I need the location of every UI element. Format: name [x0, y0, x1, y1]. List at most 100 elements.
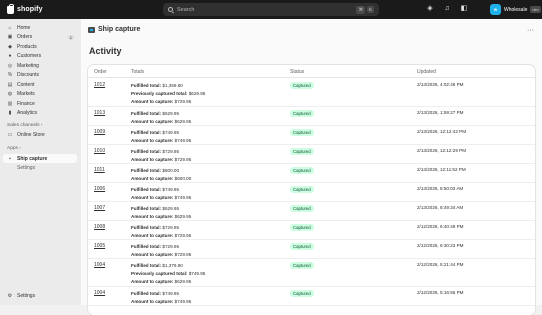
- totals-label: Fulfilled total:: [131, 206, 162, 211]
- order-link[interactable]: 1013: [94, 110, 105, 116]
- totals-amount: $629.95: [174, 214, 192, 220]
- notifications-bell-icon[interactable]: ♫: [443, 5, 451, 13]
- totals-amount: $729.95: [162, 149, 180, 154]
- shopify-logo[interactable]: shopify: [7, 3, 43, 14]
- order-link[interactable]: 1012: [94, 82, 105, 88]
- totals-line: Previously captured total: $629.95: [131, 90, 205, 98]
- store-name: Wholesale: [504, 6, 528, 13]
- products-icon: ◆: [8, 43, 12, 50]
- sidebar-item-products[interactable]: ◆ Products: [3, 42, 77, 51]
- sidebar-item-marketing[interactable]: ◎ Marketing: [3, 61, 77, 70]
- totals-label: Amount to capture:: [131, 99, 174, 105]
- order-link[interactable]: 1009: [94, 129, 105, 135]
- store-switcher[interactable]: W Wholesale dev: [490, 4, 541, 15]
- sidebar-item-customers[interactable]: ● Customers: [3, 52, 77, 61]
- totals-line: Fulfilled total: $729.95: [131, 243, 191, 251]
- sidebar-item-label: Products: [17, 43, 37, 50]
- totals-amount: $729.95: [162, 225, 180, 230]
- updated-timestamp: 2/13/2026, 12:11:52 PM: [417, 167, 466, 172]
- sidebar-item-markets[interactable]: ◍ Markets: [3, 90, 77, 99]
- updated-timestamp: 2/12/2026, 5:16:55 PM: [417, 290, 464, 295]
- status-badge: Captured: [290, 224, 314, 231]
- more-actions-icon[interactable]: ···: [527, 27, 534, 34]
- status-badge: Captured: [290, 290, 314, 297]
- assistant-icon[interactable]: ◈: [426, 5, 434, 13]
- totals-amount: $749.95: [162, 130, 180, 135]
- sidebar-item-label: Content: [17, 81, 35, 88]
- table-row: 1010 Fulfilled total: $729.95 Amount to ca…: [88, 145, 535, 164]
- totals-label: Fulfilled total:: [131, 225, 162, 230]
- column-header-updated: Updated: [417, 69, 436, 75]
- orders-count-badge: 1: [67, 34, 74, 40]
- sidebar-item-ship-capture[interactable]: ▪ Ship capture: [3, 154, 77, 163]
- totals-label: Amount to capture:: [131, 195, 174, 201]
- totals-cell: Fulfilled total: $749.95 Amount to captur…: [131, 129, 191, 145]
- sidebar-item-label: Settings: [17, 292, 36, 299]
- ship-capture-app-icon: [88, 26, 95, 33]
- totals-amount: $749.95: [162, 291, 180, 296]
- sidebar-item-label: Home: [17, 24, 31, 31]
- sidebar-item-discounts[interactable]: % Discounts: [3, 71, 77, 80]
- sidebar-item-label: Markets: [17, 91, 35, 97]
- order-link[interactable]: 1006: [94, 186, 105, 192]
- totals-cell: Fulfilled total: $729.95 Amount to captur…: [131, 224, 191, 240]
- status-badge: Captured: [290, 82, 314, 89]
- order-link[interactable]: 1008: [94, 224, 105, 230]
- totals-amount: $629.95: [162, 111, 180, 116]
- totals-label: Fulfilled total:: [131, 168, 162, 173]
- sidebar-item-online-store[interactable]: ▭ Online Store: [3, 131, 77, 140]
- sidebar-item-orders[interactable]: ▣ Orders 1: [3, 33, 77, 42]
- totals-line: Amount to capture: $749.95: [131, 298, 191, 306]
- order-link[interactable]: 1004: [94, 290, 105, 296]
- sidebar-item-home[interactable]: ⌂ Home: [3, 23, 77, 32]
- shopify-bag-icon: [7, 3, 14, 14]
- sidebar-item-settings[interactable]: ⚙ Settings: [3, 291, 77, 300]
- apps-label[interactable]: Apps ›: [7, 146, 21, 151]
- totals-label: Amount to capture:: [131, 299, 174, 305]
- totals-amount: $1,379.90: [162, 263, 183, 268]
- totals-amount: $749.95: [188, 271, 206, 277]
- totals-line: Amount to capture: $729.95: [131, 98, 205, 106]
- column-header-status: Status: [290, 69, 305, 75]
- sales-channels-label[interactable]: Sales channels ›: [7, 123, 42, 128]
- totals-line: Fulfilled total: $729.95: [131, 148, 191, 156]
- totals-label: Amount to capture:: [131, 176, 174, 182]
- totals-cell: Fulfilled total: $629.95 Amount to captur…: [131, 110, 191, 126]
- brand-name: shopify: [17, 6, 43, 13]
- table-row: 1013 Fulfilled total: $629.95 Amount to ca…: [88, 107, 535, 126]
- discounts-icon: %: [7, 72, 13, 78]
- totals-label: Fulfilled total:: [131, 83, 162, 88]
- totals-amount: $749.95: [174, 195, 192, 201]
- app-header: Ship capture: [88, 26, 140, 33]
- order-link[interactable]: 1007: [94, 205, 105, 211]
- totals-label: Previously captured total:: [131, 91, 188, 97]
- sidebar-item-label: Analytics: [17, 110, 38, 116]
- sidebar-item-content[interactable]: ▤ Content: [3, 80, 77, 89]
- totals-cell: Fulfilled total: $729.95 Amount to captur…: [131, 243, 191, 259]
- main-content: Ship capture ··· Activity Order Totals S…: [81, 19, 542, 315]
- table-row: 1005 Fulfilled total: $729.95 Amount to ca…: [88, 240, 535, 259]
- totals-line: Fulfilled total: $1,359.60: [131, 82, 205, 90]
- totals-cell: Fulfilled total: $600.00 Amount to captur…: [131, 167, 191, 183]
- table-row: 1007 Fulfilled total: $629.95 Amount to ca…: [88, 202, 535, 221]
- status-badge: Captured: [290, 243, 314, 250]
- totals-amount: $729.95: [162, 244, 180, 249]
- sidebar-item-finance[interactable]: ▥ Finance: [3, 99, 77, 108]
- column-header-totals: Totals: [131, 69, 145, 75]
- order-link[interactable]: 1004: [94, 262, 105, 268]
- sidebar-item-app-settings[interactable]: Settings: [3, 164, 77, 173]
- shortcut-k-key: K: [366, 6, 374, 13]
- table-row: 1012 Fulfilled total: $1,359.60 Previously…: [88, 79, 535, 107]
- sidekick-icon[interactable]: ◧: [460, 5, 468, 13]
- order-link[interactable]: 1010: [94, 148, 105, 154]
- totals-amount: $629.95: [162, 206, 180, 211]
- order-link[interactable]: 1011: [94, 167, 105, 173]
- totals-amount: $749.95: [174, 138, 192, 144]
- totals-cell: Fulfilled total: $749.95 Amount to captur…: [131, 290, 191, 306]
- search-input[interactable]: Search ⌘ K: [163, 3, 379, 16]
- status-badge: Captured: [290, 186, 314, 193]
- order-link[interactable]: 1005: [94, 243, 105, 249]
- sidebar-item-analytics[interactable]: ▮ Analytics: [3, 109, 77, 118]
- shortcut-cmd-key: ⌘: [356, 5, 365, 14]
- table-header: Order Totals Status Updated: [88, 65, 535, 78]
